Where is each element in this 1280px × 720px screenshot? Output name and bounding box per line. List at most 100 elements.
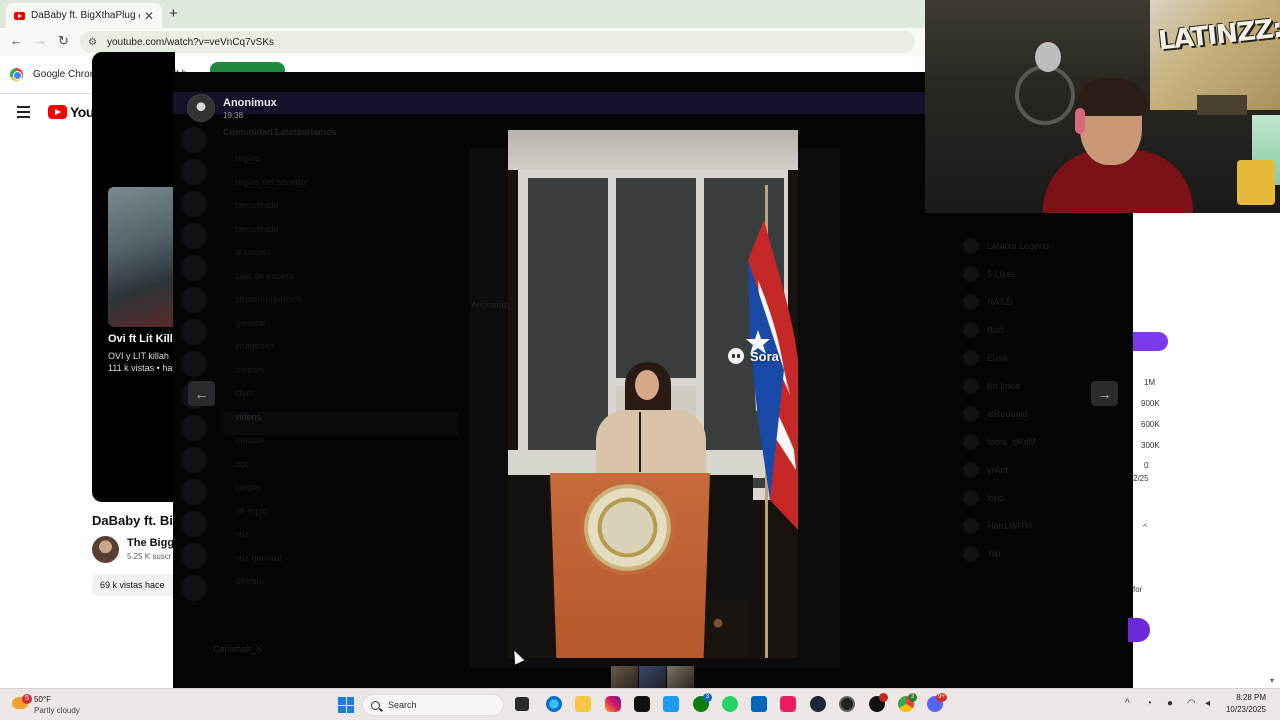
- date-fragment: 2/25: [1133, 474, 1149, 483]
- site-info-icon[interactable]: ⚙: [88, 37, 97, 48]
- channel-list: Comunidad Latatxoriamos reglas reglas de…: [223, 127, 458, 600]
- channel-item: Stream: [235, 576, 265, 586]
- webcam-helmet: [1035, 42, 1061, 72]
- webcam-snack: [1237, 160, 1275, 205]
- webcam-overlay: LATINZZ:DA: [925, 0, 1280, 213]
- omnibox[interactable]: ⚙ youtube.com/watch?v=veVnCq7vSKs: [80, 31, 915, 53]
- channel-item: general: [235, 317, 266, 328]
- notification-badge: 3: [703, 693, 712, 702]
- notification-badge: [879, 693, 888, 702]
- channel-item: clips: [235, 388, 254, 398]
- browser-tab-strip: DaBaby ft. BigXthaPlug & That ✕ +: [0, 0, 925, 28]
- webcam-bike: [1015, 65, 1075, 125]
- media-thumbnail[interactable]: [611, 666, 638, 688]
- previous-media-button[interactable]: ←: [188, 381, 215, 406]
- tab-close-icon[interactable]: ✕: [144, 9, 154, 23]
- endscreen-views: 111 k vistas • ha: [108, 363, 173, 373]
- channel-item: voz general: [235, 552, 282, 563]
- microphone-icon[interactable]: ●: [1167, 698, 1173, 709]
- viewer-timestamp: 19:38: [223, 111, 244, 120]
- forward-icon[interactable]: →: [34, 33, 47, 48]
- member-item: RATZI: [963, 288, 1133, 316]
- notification-badge: 9+: [936, 693, 947, 702]
- clock-date[interactable]: 10/23/2025: [1220, 705, 1266, 714]
- url-text: youtube.com/watch?v=veVnCq7vSKs: [106, 36, 275, 48]
- endscreen-video-title[interactable]: Ovi ft Lit Killa: [108, 333, 179, 345]
- channel-item: stream-anuncios: [235, 294, 302, 304]
- channel-item: bot: [235, 458, 248, 469]
- viewer-author-avatar[interactable]: [187, 94, 215, 122]
- sora-logo-icon: [728, 348, 744, 364]
- video-ceiling: [508, 130, 798, 170]
- whatsapp-icon[interactable]: [722, 696, 738, 712]
- obs-icon[interactable]: [839, 696, 855, 712]
- video-views-box[interactable]: 69 k vistas hace: [92, 574, 175, 596]
- tray-overflow-icon[interactable]: ^: [1125, 698, 1130, 709]
- tiktok-studio-icon[interactable]: [780, 696, 796, 712]
- wifi-icon[interactable]: ◠: [1187, 698, 1196, 709]
- member-item: Hard.WITH: [963, 512, 1133, 540]
- member-item: Latatxo Legend: [963, 232, 1133, 260]
- youtube-favicon-icon: [14, 11, 25, 20]
- channel-item: reglas: [235, 153, 260, 163]
- browser-tab[interactable]: DaBaby ft. BigXthaPlug & That ✕: [6, 3, 162, 28]
- channel-subscribers: 5.25 K suscr: [127, 552, 172, 561]
- server-name: Comunidad Latatxoriamos: [223, 127, 337, 137]
- endscreen-video-meta: OVI y LIT killah 111 k vistas • ha: [108, 350, 172, 374]
- graffiti-text: LATINZZ:DA: [1156, 9, 1280, 57]
- axis-tick-label: 900K: [1141, 399, 1160, 408]
- member-item: lopo: [963, 484, 1133, 512]
- new-tab-button[interactable]: +: [169, 5, 178, 22]
- youtube-play-icon: [48, 105, 67, 119]
- microphone: [639, 412, 641, 472]
- purple-button[interactable]: [1133, 332, 1168, 351]
- channel-item: voz: [235, 529, 250, 539]
- scroll-down-icon[interactable]: ▾: [1270, 676, 1274, 685]
- hamburger-menu-icon[interactable]: [17, 106, 30, 121]
- media-thumbnail[interactable]: [667, 666, 694, 688]
- search-icon: [371, 700, 380, 710]
- speaker-face: [635, 370, 659, 400]
- file-explorer-icon[interactable]: [575, 696, 591, 712]
- channel-item: reglas del servidor: [235, 176, 309, 187]
- weather-temperature[interactable]: 50°F: [34, 695, 51, 704]
- reload-icon[interactable]: ↻: [58, 33, 69, 49]
- channel-item-active: videos: [223, 411, 458, 435]
- channel-item: sala de espera: [235, 270, 295, 281]
- taskbar-search[interactable]: Search: [362, 694, 504, 716]
- network-icon[interactable]: ◔: [1146, 698, 1152, 709]
- task-view-icon[interactable]: [515, 697, 529, 711]
- channel-item: memes: [235, 364, 265, 375]
- notification-badge: 3: [908, 693, 917, 702]
- media-video[interactable]: Sora: [508, 130, 798, 658]
- channel-item: off-topic: [235, 505, 267, 516]
- back-icon[interactable]: ←: [10, 33, 23, 48]
- tiktok-icon[interactable]: [634, 696, 650, 712]
- next-media-button[interactable]: →: [1091, 381, 1118, 406]
- webcam-shelf: [1197, 95, 1247, 115]
- media-thumbnail[interactable]: [639, 666, 666, 688]
- message-author: Anonimux: [471, 300, 512, 310]
- instagram-icon[interactable]: [605, 696, 621, 712]
- volume-icon[interactable]: ◂: [1205, 698, 1210, 709]
- twitter-icon[interactable]: [663, 696, 679, 712]
- endscreen-channel: OVI y LIT killah: [108, 351, 169, 361]
- weather-description[interactable]: Partly cloudy: [34, 706, 80, 715]
- microsoft-store-icon[interactable]: [751, 696, 767, 712]
- right-side-panel: [1133, 213, 1280, 688]
- channel-item: bienvenida: [235, 200, 279, 210]
- discord-banner: [173, 92, 928, 114]
- edge-icon[interactable]: [546, 696, 562, 712]
- for-text: for: [1133, 585, 1143, 594]
- chevron-up-icon[interactable]: ^: [1143, 522, 1147, 532]
- channel-avatar[interactable]: [92, 536, 119, 563]
- endscreen-thumbnail[interactable]: [108, 187, 175, 327]
- channel-item: imágenes: [235, 341, 275, 351]
- channel-item: juegos: [235, 482, 262, 492]
- windows-start-icon[interactable]: [338, 697, 354, 713]
- discord-user: Canishair_X: [213, 644, 263, 654]
- viewer-author-name[interactable]: Anonimux: [223, 97, 277, 109]
- clock-time[interactable]: 8:28 PM: [1226, 693, 1266, 702]
- steam-icon[interactable]: [810, 696, 826, 712]
- member-item: yrAnt: [963, 456, 1133, 484]
